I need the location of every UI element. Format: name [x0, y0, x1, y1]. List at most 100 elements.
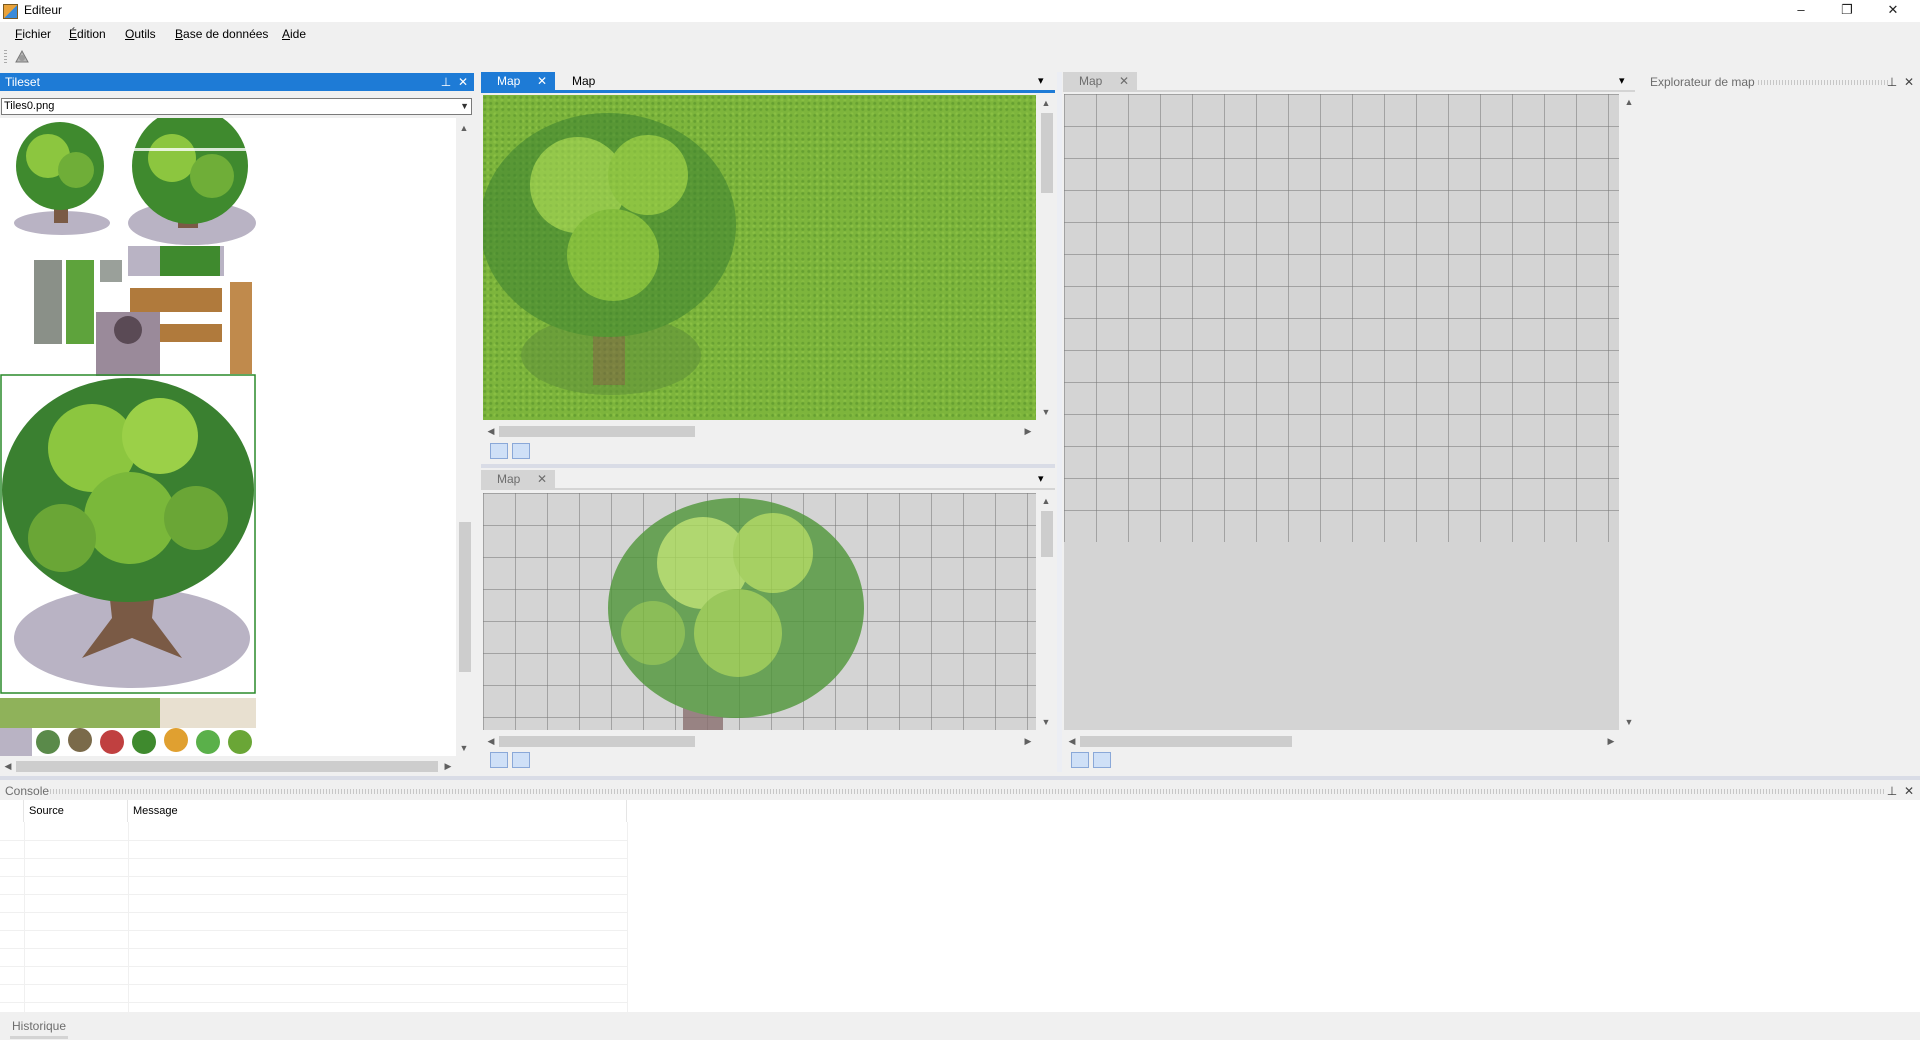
scroll-up-arrow[interactable]: ▲	[1038, 493, 1054, 509]
table-row	[0, 840, 627, 841]
console-table[interactable]: Source Message	[0, 800, 1920, 1012]
tab-dropdown-icon[interactable]: ▾	[1619, 74, 1625, 87]
scroll-thumb[interactable]	[1041, 113, 1053, 193]
console-splitter[interactable]	[0, 776, 1920, 780]
tileset-canvas[interactable]	[0, 118, 456, 756]
vertical-splitter[interactable]	[1057, 72, 1062, 772]
tab-historique[interactable]: Historique	[12, 1019, 66, 1033]
scroll-left-arrow[interactable]: ◀	[483, 733, 499, 749]
tab-map-active[interactable]: Map ✕	[481, 72, 555, 90]
table-row	[0, 912, 627, 913]
scroll-down-arrow[interactable]: ▼	[1038, 404, 1054, 420]
column-divider	[627, 822, 628, 1012]
map-canvas-right[interactable]	[1064, 94, 1619, 730]
tab-label: Map	[497, 74, 521, 88]
map-canvas-bottom-left[interactable]	[483, 493, 1036, 730]
column-header-source[interactable]: Source	[25, 800, 128, 822]
tab-strip-accent	[481, 90, 1055, 93]
scroll-thumb[interactable]	[459, 522, 471, 672]
map-right-view-buttons	[1071, 752, 1121, 770]
column-header-message[interactable]: Message	[129, 800, 627, 822]
tab-dropdown-icon[interactable]: ▾	[1038, 472, 1044, 485]
table-row	[0, 948, 627, 949]
horizontal-splitter[interactable]	[481, 464, 1055, 468]
scroll-thumb[interactable]	[1041, 511, 1053, 557]
console-close-button[interactable]: ✕	[1902, 783, 1916, 799]
close-window-button[interactable]: ✕	[1870, 0, 1916, 22]
scroll-up-arrow[interactable]: ▲	[1621, 94, 1637, 110]
grid-toggle-icon[interactable]	[490, 752, 508, 768]
map-right-vertical-scrollbar[interactable]: ▲ ▼	[1621, 94, 1638, 730]
pin-icon[interactable]: ⊥	[1885, 783, 1899, 799]
layer-toggle-icon[interactable]	[512, 752, 530, 768]
scroll-up-arrow[interactable]: ▲	[456, 120, 472, 136]
scroll-right-arrow[interactable]: ▶	[1020, 733, 1036, 749]
close-icon[interactable]: ✕	[537, 470, 547, 488]
scroll-down-arrow[interactable]: ▼	[456, 740, 472, 756]
maximize-button[interactable]: ❐	[1824, 0, 1870, 22]
map-bottom-vertical-scrollbar[interactable]: ▲ ▼	[1038, 493, 1055, 730]
scroll-up-arrow[interactable]: ▲	[1038, 95, 1054, 111]
app-icon	[3, 4, 18, 19]
scroll-down-arrow[interactable]: ▼	[1621, 714, 1637, 730]
tab-label: Map	[497, 472, 521, 486]
tab-map-2[interactable]: Map	[556, 72, 626, 90]
tileset-close-button[interactable]: ✕	[456, 74, 470, 90]
scroll-right-arrow[interactable]: ▶	[1020, 423, 1036, 439]
explorer-close-button[interactable]: ✕	[1902, 74, 1916, 90]
scroll-right-arrow[interactable]: ▶	[440, 758, 456, 774]
toolbar-grip[interactable]	[4, 50, 7, 64]
map-grid	[1064, 94, 1619, 542]
menu-edition[interactable]: Édition	[69, 27, 106, 41]
scroll-left-arrow[interactable]: ◀	[0, 758, 16, 774]
minimize-button[interactable]: –	[1778, 0, 1824, 22]
map-bottom-view-buttons	[490, 752, 540, 770]
map-bottom-horizontal-scrollbar[interactable]: ◀ ▶	[483, 733, 1036, 750]
scroll-thumb[interactable]	[499, 426, 695, 437]
tab-map-bottom[interactable]: Map ✕	[481, 470, 555, 488]
tileset-tool-icon[interactable]	[13, 48, 31, 66]
title-bar: Editeur – ❐ ✕	[0, 0, 1920, 22]
tab-label: Map	[572, 74, 596, 88]
scroll-thumb[interactable]	[499, 736, 695, 747]
table-row	[0, 984, 627, 985]
close-icon[interactable]: ✕	[537, 72, 547, 90]
map-top-horizontal-scrollbar[interactable]: ◀ ▶	[483, 423, 1036, 440]
scroll-left-arrow[interactable]: ◀	[1064, 733, 1080, 749]
menu-base-de-donnees[interactable]: Base de données	[175, 27, 268, 41]
tileset-panel-header: Tileset	[0, 73, 474, 91]
layer-toggle-icon[interactable]	[1093, 752, 1111, 768]
tileset-horizontal-scrollbar[interactable]: ◀ ▶	[0, 758, 456, 775]
scroll-down-arrow[interactable]: ▼	[1038, 714, 1054, 730]
pin-icon[interactable]: ⊥	[1885, 74, 1899, 90]
grid-toggle-icon[interactable]	[1071, 752, 1089, 768]
history-tab-strip: Historique	[0, 1012, 1920, 1040]
console-panel-title: Console	[5, 784, 50, 798]
tileset-vertical-scrollbar[interactable]: ▲ ▼	[456, 118, 473, 758]
map-top-vertical-scrollbar[interactable]: ▲ ▼	[1038, 95, 1055, 420]
map-canvas-top-left[interactable]	[483, 95, 1036, 420]
chevron-down-icon: ▼	[460, 101, 469, 111]
tab-strip-accent	[1063, 90, 1635, 92]
table-row	[0, 858, 627, 859]
table-row	[0, 894, 627, 895]
map-right-horizontal-scrollbar[interactable]: ◀ ▶	[1064, 733, 1619, 750]
panel-grip	[1758, 80, 1888, 85]
scroll-left-arrow[interactable]: ◀	[483, 423, 499, 439]
tileset-panel-title: Tileset	[5, 75, 40, 89]
pin-icon[interactable]: ⊥	[439, 74, 453, 90]
scroll-thumb[interactable]	[16, 761, 438, 772]
close-icon[interactable]: ✕	[1119, 72, 1129, 90]
tab-map-right[interactable]: Map ✕	[1063, 72, 1137, 90]
scroll-thumb[interactable]	[1080, 736, 1292, 747]
menu-outils[interactable]: Outils	[125, 27, 156, 41]
menu-fichier[interactable]: Fichier	[15, 27, 51, 41]
layer-toggle-icon[interactable]	[512, 443, 530, 459]
grid-toggle-icon[interactable]	[490, 443, 508, 459]
tileset-file-select[interactable]: Tiles0.png ▼	[1, 98, 472, 115]
table-row	[0, 876, 627, 877]
menu-aide[interactable]: Aide	[282, 27, 306, 41]
panel-grip	[50, 789, 1885, 794]
scroll-right-arrow[interactable]: ▶	[1603, 733, 1619, 749]
tab-dropdown-icon[interactable]: ▾	[1038, 74, 1044, 87]
